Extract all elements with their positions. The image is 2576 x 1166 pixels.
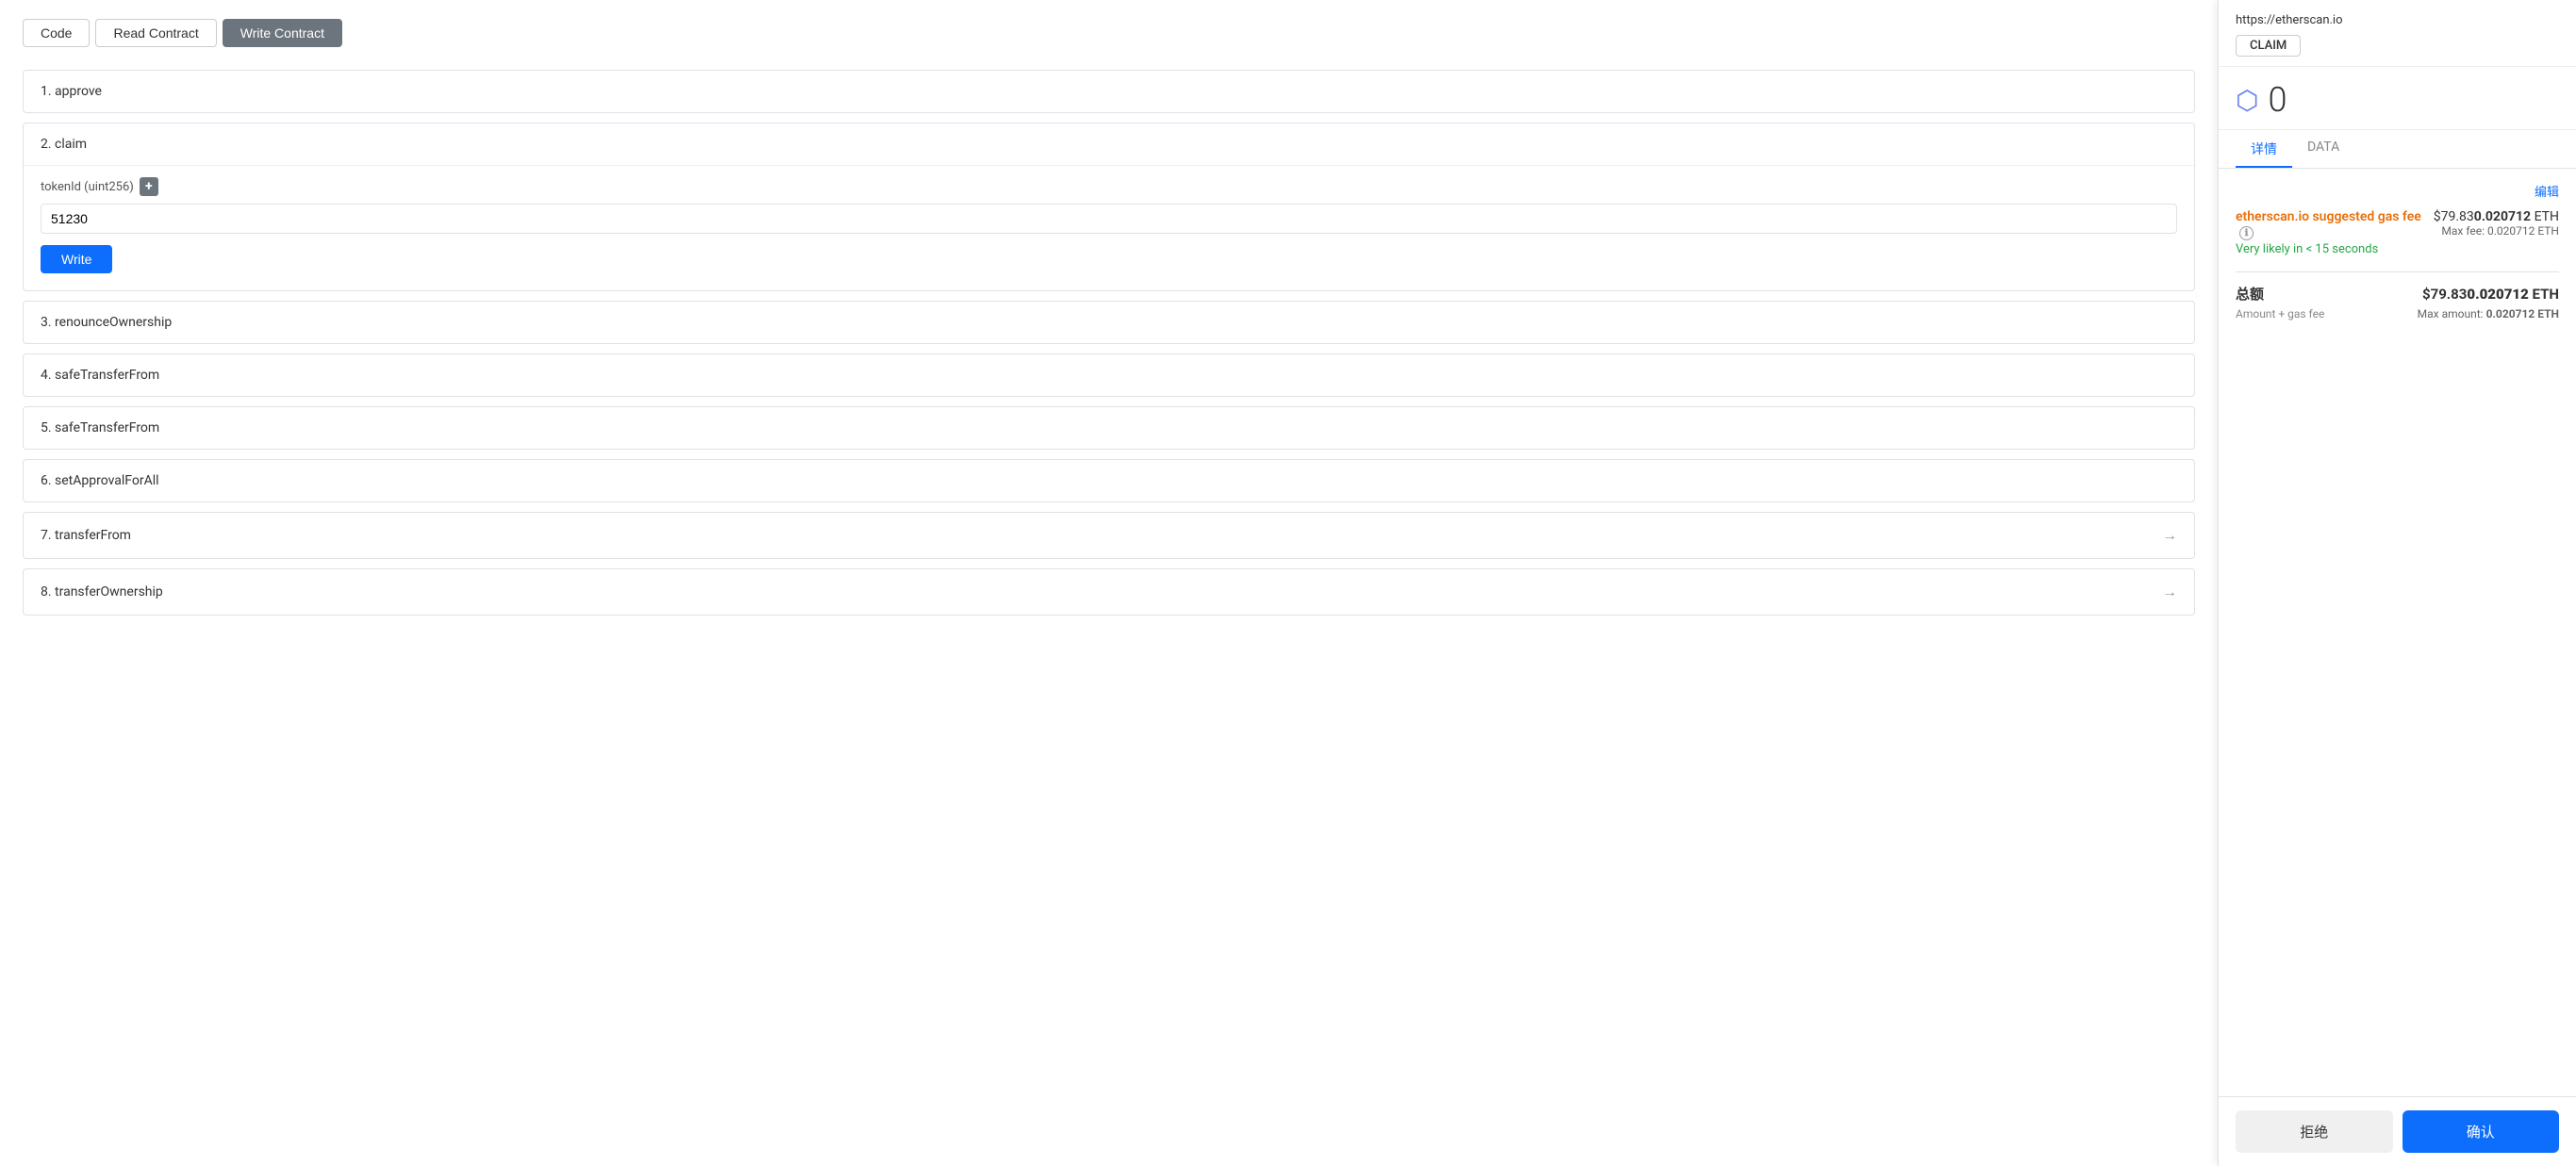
max-fee: Max fee: 0.020712 ETH — [2434, 224, 2559, 238]
gas-fee-title-row: etherscan.io suggested gas fee ℹ Very li… — [2236, 209, 2559, 258]
amount-gas-label: Amount + gas fee — [2236, 307, 2324, 320]
metamask-panel: https://etherscan.io CLAIM ⬡ 0 详情 DATA 编… — [2218, 0, 2576, 1166]
mm-header: https://etherscan.io CLAIM — [2219, 0, 2576, 67]
reject-button[interactable]: 拒绝 — [2236, 1110, 2393, 1153]
contract-item-label-5: 5. safeTransferFrom — [41, 420, 159, 435]
mm-body: 编辑 etherscan.io suggested gas fee ℹ Very… — [2219, 169, 2576, 1096]
max-fee-label: Max fee: — [2441, 224, 2485, 238]
max-amount-label: Max amount: — [2418, 307, 2484, 320]
mm-claim-badge: CLAIM — [2236, 35, 2301, 57]
arrow-icon-7: → — [2162, 526, 2177, 545]
confirm-button[interactable]: 确认 — [2403, 1110, 2560, 1153]
gas-fee-eth-value: 0.020712 — [2474, 209, 2531, 224]
gas-fee-section: etherscan.io suggested gas fee ℹ Very li… — [2236, 209, 2559, 258]
plus-icon[interactable]: + — [140, 177, 158, 196]
contract-item-3: 3. renounceOwnership — [23, 301, 2195, 344]
total-eth-value: 0.020712 — [2467, 286, 2528, 303]
divider — [2236, 271, 2559, 272]
gas-fee-title-col: etherscan.io suggested gas fee ℹ Very li… — [2236, 209, 2434, 258]
gas-fee-title-text: etherscan.io suggested gas fee — [2236, 209, 2421, 224]
contract-item-7: 7. transferFrom → — [23, 512, 2195, 559]
claim-header[interactable]: 2. claim — [24, 123, 2194, 165]
tab-bar: Code Read Contract Write Contract — [23, 19, 2195, 47]
max-amount-value: 0.020712 ETH — [2486, 307, 2559, 320]
contract-item-label-1: 1. approve — [41, 84, 102, 99]
edit-link[interactable]: 编辑 — [2236, 182, 2559, 200]
contract-item-label-3: 3. renounceOwnership — [41, 315, 172, 330]
contract-item-4: 4. safeTransferFrom — [23, 353, 2195, 397]
eth-amount: 0 — [2268, 80, 2287, 120]
mm-amount-row: ⬡ 0 — [2219, 67, 2576, 130]
arrow-icon-8: → — [2162, 583, 2177, 601]
tab-details[interactable]: 详情 — [2236, 130, 2292, 168]
param-label: tokenId (uint256) + — [41, 177, 2177, 196]
contract-item-label-8: 8. transferOwnership — [41, 584, 163, 599]
gas-fee-right: $79.830.020712 ETH Max fee: 0.020712 ETH — [2434, 209, 2559, 238]
contract-item-header-4[interactable]: 4. safeTransferFrom — [24, 354, 2194, 396]
tab-read-contract[interactable]: Read Contract — [95, 19, 216, 47]
claim-body: tokenId (uint256) + Write — [24, 165, 2194, 290]
contract-item-header-5[interactable]: 5. safeTransferFrom — [24, 407, 2194, 449]
contract-item-5: 5. safeTransferFrom — [23, 406, 2195, 450]
amount-gas-value: Max amount: 0.020712 ETH — [2418, 307, 2559, 320]
contract-item-6: 6. setApprovalForAll — [23, 459, 2195, 502]
mm-tabs: 详情 DATA — [2219, 130, 2576, 169]
tab-write-contract[interactable]: Write Contract — [223, 19, 342, 47]
contract-item-8: 8. transferOwnership → — [23, 568, 2195, 616]
total-eth-unit: ETH — [2533, 286, 2559, 303]
contract-item-header-3[interactable]: 3. renounceOwnership — [24, 302, 2194, 343]
total-label: 总额 — [2236, 284, 2264, 304]
write-button[interactable]: Write — [41, 245, 112, 273]
contract-item-header-7[interactable]: 7. transferFrom → — [24, 513, 2194, 558]
total-value: $79.830.020712 ETH — [2422, 286, 2559, 303]
gas-fee-usd: $79.83 — [2434, 209, 2474, 224]
contract-item-header-1[interactable]: 1. approve — [24, 71, 2194, 112]
main-content: Code Read Contract Write Contract 1. app… — [0, 0, 2218, 1166]
gas-fee-title: etherscan.io suggested gas fee ℹ — [2236, 209, 2434, 240]
contract-item-label-4: 4. safeTransferFrom — [41, 368, 159, 383]
gas-fee-eth: $79.830.020712 ETH — [2434, 209, 2559, 224]
gas-time: Very likely in < 15 seconds — [2236, 242, 2434, 256]
tab-data[interactable]: DATA — [2292, 130, 2354, 168]
param-label-text: tokenId (uint256) — [41, 180, 134, 194]
contract-item-label-7: 7. transferFrom — [41, 528, 131, 543]
gas-fee-eth-unit: ETH — [2535, 209, 2559, 224]
total-sub-row: Amount + gas fee Max amount: 0.020712 ET… — [2236, 307, 2559, 320]
contract-item-1: 1. approve — [23, 70, 2195, 113]
contract-item-2: 2. claim tokenId (uint256) + Write — [23, 123, 2195, 291]
max-fee-value: 0.020712 ETH — [2487, 224, 2559, 238]
contract-item-label-6: 6. setApprovalForAll — [41, 473, 159, 488]
mm-url: https://etherscan.io — [2236, 13, 2559, 27]
total-row: 总额 $79.830.020712 ETH — [2236, 284, 2559, 304]
contract-item-header-6[interactable]: 6. setApprovalForAll — [24, 460, 2194, 501]
contract-item-header-8[interactable]: 8. transferOwnership → — [24, 569, 2194, 615]
tab-code[interactable]: Code — [23, 19, 90, 47]
token-id-input[interactable] — [41, 204, 2177, 234]
info-icon[interactable]: ℹ — [2239, 226, 2254, 240]
mm-actions: 拒绝 确认 — [2219, 1096, 2576, 1166]
total-usd: $79.83 — [2422, 286, 2467, 303]
eth-diamond-icon: ⬡ — [2236, 85, 2258, 116]
